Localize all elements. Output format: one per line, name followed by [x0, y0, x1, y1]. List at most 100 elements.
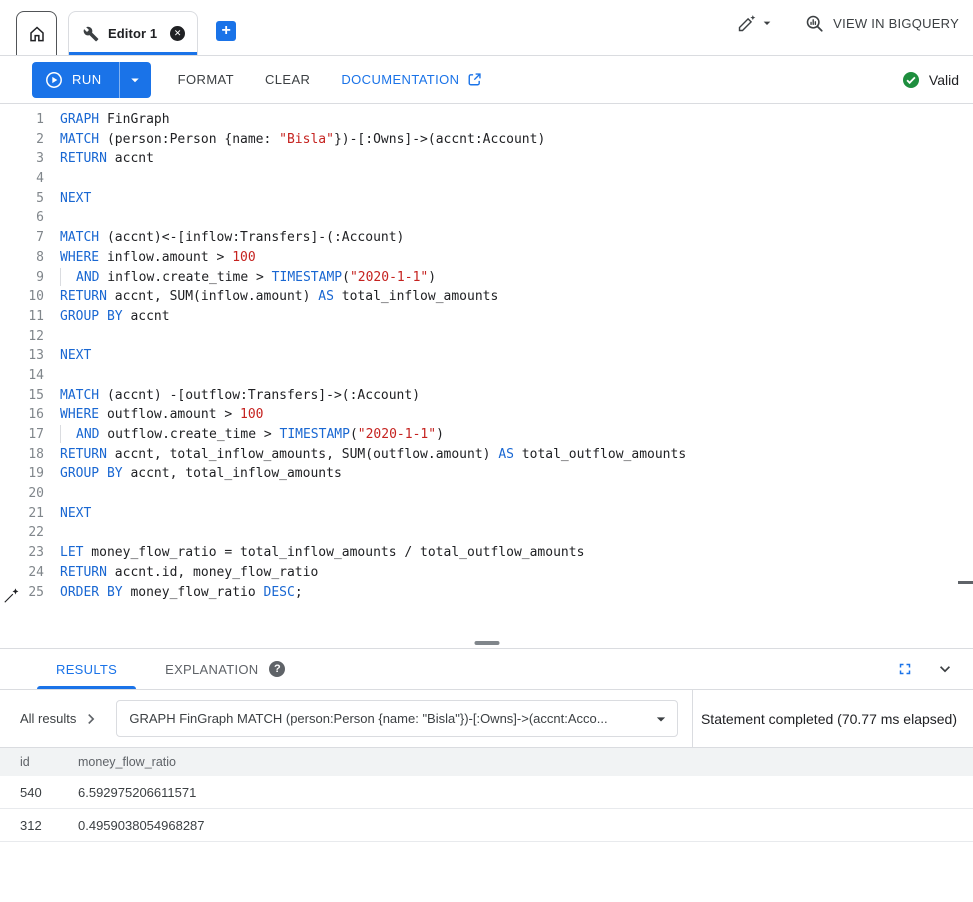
- line-number: 16: [0, 405, 44, 425]
- code-line[interactable]: 8 WHERE inflow.amount > 100: [0, 248, 973, 268]
- code-line[interactable]: 6: [0, 208, 973, 228]
- code-line[interactable]: 15MATCH (accnt) -[outflow:Transfers]->(:…: [0, 386, 973, 406]
- add-tab-button[interactable]: +: [216, 21, 236, 41]
- line-number: 17: [0, 425, 44, 445]
- code-line[interactable]: 20: [0, 484, 973, 504]
- tab-explanation[interactable]: EXPLANATION ?: [146, 649, 304, 689]
- code-line[interactable]: 11GROUP BY accnt: [0, 307, 973, 327]
- code-line[interactable]: 4: [0, 169, 973, 189]
- run-label: RUN: [72, 72, 102, 87]
- code-line[interactable]: 18 RETURN accnt, total_inflow_amounts, SU…: [0, 445, 973, 465]
- documentation-button[interactable]: DOCUMENTATION: [341, 72, 482, 87]
- editor-scrollbar-thumb[interactable]: [958, 581, 973, 584]
- code-text: ORDER BY money_flow_ratio DESC;: [60, 583, 303, 603]
- statement-status: Statement completed (70.77 ms elapsed): [692, 690, 973, 747]
- home-tab[interactable]: [16, 11, 57, 55]
- table-cell: 540: [20, 785, 78, 800]
- home-icon: [27, 24, 47, 44]
- table-cell: 312: [20, 818, 78, 833]
- code-line[interactable]: 5NEXT: [0, 189, 973, 209]
- column-header: id: [20, 755, 78, 769]
- margin-magic-wand-icon[interactable]: [2, 586, 21, 605]
- table-cell: 0.4959038054968287: [78, 818, 973, 833]
- code-text: LET money_flow_ratio = total_inflow_amou…: [60, 543, 584, 563]
- code-line[interactable]: 1GRAPH FinGraph: [0, 110, 973, 130]
- code-line[interactable]: 14: [0, 366, 973, 386]
- code-text: AND outflow.create_time > TIMESTAMP("202…: [60, 425, 444, 445]
- code-text: MATCH (person:Person {name: "Bisla"})-[:…: [60, 130, 545, 150]
- code-line[interactable]: 3 RETURN accnt: [0, 149, 973, 169]
- check-circle-icon: [902, 71, 920, 89]
- documentation-label: DOCUMENTATION: [341, 72, 459, 87]
- line-number: 2: [0, 130, 44, 150]
- code-line[interactable]: 10RETURN accnt, SUM(inflow.amount) AS to…: [0, 287, 973, 307]
- all-results-breadcrumb[interactable]: All results: [0, 709, 101, 729]
- line-number: 22: [0, 523, 44, 543]
- line-number: 24: [0, 563, 44, 583]
- line-number: 7: [0, 228, 44, 248]
- code-line[interactable]: 22: [0, 523, 973, 543]
- code-line[interactable]: 12: [0, 327, 973, 347]
- validity-status: Valid: [902, 71, 959, 89]
- run-button[interactable]: RUN: [32, 62, 119, 98]
- code-text: RETURN accnt.id, money_flow_ratio: [60, 563, 318, 583]
- code-text: WHERE outflow.amount > 100: [60, 405, 264, 425]
- code-line[interactable]: 19GROUP BY accnt, total_inflow_amounts: [0, 464, 973, 484]
- statement-status-text: Statement completed (70.77 ms elapsed): [701, 711, 957, 727]
- tab-editor-label: Editor 1: [108, 26, 157, 41]
- code-lines: 1GRAPH FinGraph2 MATCH (person:Person {na…: [0, 110, 973, 602]
- panel-resize-handle[interactable]: [474, 641, 499, 645]
- code-line[interactable]: 7MATCH (accnt)<-[inflow:Transfers]-(:Acc…: [0, 228, 973, 248]
- fullscreen-icon: [896, 660, 914, 678]
- line-number: 13: [0, 346, 44, 366]
- code-line[interactable]: 17 AND outflow.create_time > TIMESTAMP("2…: [0, 425, 973, 445]
- clear-button[interactable]: CLEAR: [265, 72, 310, 87]
- code-line[interactable]: 9AND inflow.create_time > TIMESTAMP("202…: [0, 268, 973, 288]
- results-tab-label: RESULTS: [56, 662, 117, 677]
- tab-results[interactable]: RESULTS: [37, 649, 136, 689]
- code-line[interactable]: 16 WHERE outflow.amount > 100: [0, 405, 973, 425]
- all-results-label: All results: [20, 711, 76, 726]
- indent-guide: [60, 268, 76, 286]
- line-number: 3: [0, 149, 44, 169]
- code-line[interactable]: 25ORDER BY money_flow_ratio DESC;: [0, 583, 973, 603]
- code-text: NEXT: [60, 346, 91, 366]
- statement-select[interactable]: GRAPH FinGraph MATCH (person:Person {nam…: [116, 700, 678, 737]
- explanation-tab-label: EXPLANATION: [165, 662, 258, 677]
- code-editor[interactable]: 1GRAPH FinGraph2 MATCH (person:Person {na…: [0, 104, 973, 648]
- run-options-button[interactable]: [119, 62, 151, 98]
- code-line[interactable]: 23LET money_flow_ratio = total_inflow_am…: [0, 543, 973, 563]
- collapse-panel-button[interactable]: [935, 659, 955, 679]
- table-row[interactable]: 3120.4959038054968287: [0, 809, 973, 842]
- build-wrench-icon: [83, 26, 99, 42]
- tab-bar: Editor 1 ✕ + VIEW IN BIGQUERY: [0, 0, 973, 56]
- tab-editor-1[interactable]: Editor 1 ✕: [68, 11, 198, 55]
- code-line[interactable]: 2 MATCH (person:Person {name: "Bisla"})-[…: [0, 130, 973, 150]
- results-controls: All results GRAPH FinGraph MATCH (person…: [0, 690, 973, 748]
- code-text: AND inflow.create_time > TIMESTAMP("2020…: [60, 268, 436, 288]
- code-text: NEXT: [60, 504, 91, 524]
- gemini-suggest-button[interactable]: [737, 13, 775, 33]
- close-tab-icon[interactable]: ✕: [170, 26, 185, 41]
- bigquery-editor-app: Editor 1 ✕ + VIEW IN BIGQUERY: [0, 0, 973, 902]
- line-number: 4: [0, 169, 44, 189]
- view-in-bigquery-button[interactable]: VIEW IN BIGQUERY: [805, 14, 959, 33]
- line-number: 12: [0, 327, 44, 347]
- table-row[interactable]: 5406.592975206611571: [0, 776, 973, 809]
- code-line[interactable]: 21NEXT: [0, 504, 973, 524]
- chevron-down-icon: [935, 659, 955, 679]
- format-button[interactable]: FORMAT: [178, 72, 234, 87]
- code-text: RETURN accnt, SUM(inflow.amount) AS tota…: [60, 287, 498, 307]
- code-text: RETURN accnt, total_inflow_amounts, SUM(…: [60, 445, 686, 465]
- code-line[interactable]: 24 RETURN accnt.id, money_flow_ratio: [0, 563, 973, 583]
- code-text: WHERE inflow.amount > 100: [60, 248, 256, 268]
- code-line[interactable]: 13 NEXT: [0, 346, 973, 366]
- run-split-button: RUN: [32, 62, 151, 98]
- line-number: 8: [0, 248, 44, 268]
- code-text: RETURN accnt: [60, 149, 154, 169]
- code-text: GROUP BY accnt: [60, 307, 170, 327]
- line-number: 18: [0, 445, 44, 465]
- caret-down-icon: [759, 15, 775, 31]
- fullscreen-button[interactable]: [896, 660, 914, 678]
- help-icon[interactable]: ?: [269, 661, 285, 677]
